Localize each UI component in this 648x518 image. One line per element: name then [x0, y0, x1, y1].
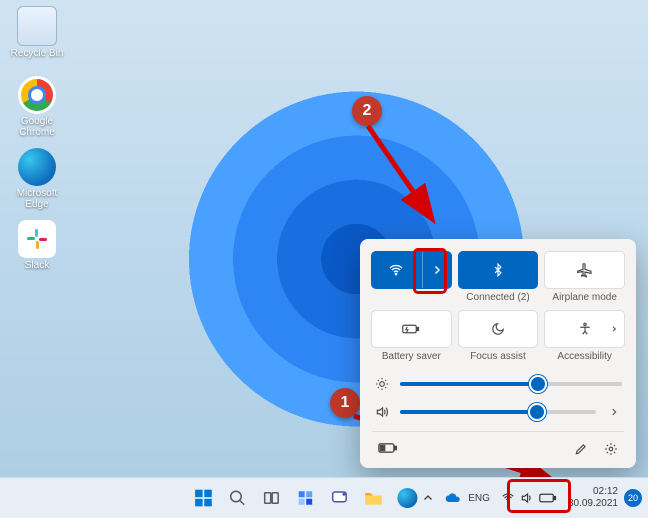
airplane-mode-tile[interactable] — [544, 251, 625, 289]
wifi-icon — [388, 262, 404, 278]
battery-status[interactable] — [374, 438, 402, 460]
edge-taskbar-button[interactable] — [393, 484, 421, 512]
system-tray: ENG 02:12 30.09.2021 20 — [418, 484, 642, 512]
volume-expand-button[interactable] — [606, 407, 622, 417]
desktop: Recycle Bin Google Chrome Microsoft Edge… — [0, 0, 648, 518]
tray-overflow-button[interactable] — [418, 484, 438, 512]
brightness-slider[interactable] — [374, 377, 622, 391]
chevron-right-icon — [431, 264, 443, 276]
desktop-icon-label: Slack — [8, 260, 66, 271]
focus-assist-label: Focus assist — [470, 351, 526, 363]
quick-settings-grid: Connected (2) Airplane mode Battery save… — [372, 251, 624, 363]
task-view-button[interactable] — [257, 484, 285, 512]
chrome-icon — [18, 76, 56, 114]
accessibility-icon — [578, 322, 592, 336]
widgets-icon — [296, 489, 314, 507]
slack-icon — [18, 220, 56, 258]
brightness-icon — [374, 377, 390, 391]
widgets-button[interactable] — [291, 484, 319, 512]
airplane-label: Airplane mode — [552, 292, 616, 304]
tray-language[interactable]: ENG — [468, 493, 490, 504]
desktop-icon-slack[interactable]: Slack — [8, 220, 66, 271]
panel-footer — [372, 431, 624, 462]
wifi-icon — [501, 491, 515, 505]
search-button[interactable] — [223, 484, 251, 512]
edge-icon — [18, 148, 56, 186]
start-button[interactable] — [189, 484, 217, 512]
desktop-icon-chrome[interactable]: Google Chrome — [8, 76, 66, 138]
taskbar-center — [189, 484, 421, 512]
battery-icon — [378, 442, 398, 454]
annotation-arrow-2 — [360, 120, 450, 230]
chat-icon — [330, 489, 348, 507]
bluetooth-icon — [491, 263, 505, 277]
volume-icon — [374, 405, 390, 419]
search-icon — [228, 489, 246, 507]
desktop-icon-edge[interactable]: Microsoft Edge — [8, 148, 66, 210]
volume-slider[interactable] — [374, 405, 622, 419]
settings-button[interactable] — [600, 438, 622, 460]
tray-clock[interactable]: 02:12 30.09.2021 — [568, 486, 618, 510]
clock-time: 02:12 — [568, 486, 618, 498]
desktop-icon-label: Google Chrome — [8, 116, 66, 138]
battery-saver-tile[interactable] — [371, 310, 452, 348]
desktop-icon-recycle-bin[interactable]: Recycle Bin — [8, 6, 66, 59]
chevron-up-icon — [422, 492, 434, 504]
battery-saver-label: Battery saver — [382, 351, 441, 363]
tray-onedrive[interactable] — [444, 484, 462, 512]
wifi-expand-button[interactable] — [422, 252, 451, 288]
chat-button[interactable] — [325, 484, 353, 512]
taskbar: ENG 02:12 30.09.2021 20 — [0, 477, 648, 518]
clock-date: 30.09.2021 — [568, 498, 618, 510]
desktop-icon-label: Recycle Bin — [8, 48, 66, 59]
battery-saver-icon — [402, 322, 420, 336]
desktop-icon-label: Microsoft Edge — [8, 188, 66, 210]
edit-quick-settings-button[interactable] — [570, 438, 592, 460]
wifi-toggle[interactable] — [372, 252, 420, 288]
annotation-bubble-1: 1 — [330, 388, 360, 418]
tray-network-volume-battery[interactable] — [496, 488, 562, 508]
explorer-button[interactable] — [359, 484, 387, 512]
volume-icon — [520, 491, 534, 505]
recycle-bin-icon — [17, 6, 57, 46]
notification-center-button[interactable]: 20 — [624, 489, 642, 507]
quick-settings-panel: Connected (2) Airplane mode Battery save… — [360, 239, 636, 468]
edge-icon — [397, 488, 417, 508]
moon-icon — [491, 322, 505, 336]
gear-icon — [604, 442, 618, 456]
wifi-tile[interactable] — [371, 251, 452, 289]
cloud-icon — [445, 492, 461, 504]
folder-icon — [363, 489, 383, 507]
battery-icon — [539, 492, 557, 504]
windows-icon — [193, 488, 213, 508]
annotation-bubble-2: 2 — [352, 96, 382, 126]
task-view-icon — [262, 489, 280, 507]
accessibility-label: Accessibility — [557, 351, 611, 363]
focus-assist-tile[interactable] — [458, 310, 539, 348]
airplane-icon — [577, 262, 593, 278]
chevron-right-icon — [610, 325, 618, 333]
bluetooth-tile[interactable] — [458, 251, 539, 289]
bluetooth-label: Connected (2) — [466, 292, 529, 304]
pencil-icon — [574, 442, 588, 456]
accessibility-tile[interactable] — [544, 310, 625, 348]
